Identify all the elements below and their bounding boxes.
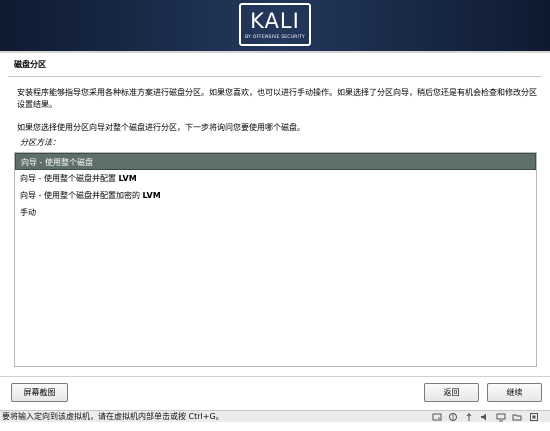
continue-button[interactable]: 继续 [487,383,542,402]
list-item-manual[interactable]: 手动 [15,204,536,221]
list-item-guided-encrypted-lvm[interactable]: 向导 - 使用整个磁盘并配置加密的 LVM [15,187,536,204]
hard-disk-icon[interactable] [432,412,442,422]
statusbar-text: 要将输入定向到该虚拟机，请在虚拟机内部单击或按 Ctrl+G。 [2,412,224,421]
page-title: 磁盘分区 [14,60,46,69]
back-button[interactable]: 返回 [424,383,479,402]
page-question: 如果您选择使用分区向导对整个磁盘进行分区，下一步将询问您要使用哪个磁盘。 [17,123,305,132]
logo-subtext: BY OFFENSIVE SECURITY [245,35,305,40]
vm-statusbar: 要将输入定向到该虚拟机，请在虚拟机内部单击或按 Ctrl+G。 [0,410,550,422]
footer-divider [0,376,550,377]
page-description: 安装程序能够指导您采用各种标准方案进行磁盘分区。如果您喜欢，也可以进行手动操作。… [17,88,537,109]
list-item-guided-lvm[interactable]: 向导 - 使用整个磁盘并配置 LVM [15,170,536,187]
network-icon[interactable] [448,412,458,422]
partition-method-list[interactable]: 向导 - 使用整个磁盘 向导 - 使用整个磁盘并配置 LVM 向导 - 使用整个… [14,152,537,367]
banner-divider [0,51,550,53]
kali-banner: KALI BY OFFENSIVE SECURITY [0,0,550,51]
device-tray [432,412,540,422]
title-divider [8,76,542,77]
display-icon[interactable] [496,412,506,422]
partition-method-label: 分区方法： [20,138,60,147]
sound-icon[interactable] [480,412,490,422]
logo-text: KALI [250,9,300,33]
shared-folder-icon[interactable] [512,412,522,422]
list-item-guided-entire-disk[interactable]: 向导 - 使用整个磁盘 [15,153,536,170]
screenshot-button[interactable]: 屏幕截图 [11,383,68,402]
usb-icon[interactable] [464,412,474,422]
vm-icon[interactable] [529,412,539,422]
kali-logo: KALI BY OFFENSIVE SECURITY [239,3,311,46]
